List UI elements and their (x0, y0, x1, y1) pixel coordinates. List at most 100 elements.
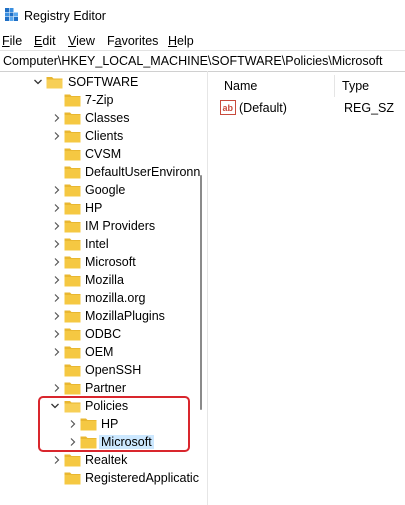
folder-icon (64, 220, 81, 233)
tree-item[interactable]: Policies (0, 397, 200, 415)
folder-icon (64, 328, 81, 341)
address-path[interactable]: Computer\HKEY_LOCAL_MACHINE\SOFTWARE\Pol… (3, 54, 383, 68)
tree-item[interactable]: Intel (0, 235, 200, 253)
tree-item[interactable]: MozillaPlugins (0, 307, 200, 325)
tree-item[interactable]: DefaultUserEnvironn (0, 163, 200, 181)
chevron-right-icon[interactable] (52, 112, 62, 124)
tree-item-software[interactable]: SOFTWARE (0, 73, 200, 91)
folder-icon (64, 382, 81, 395)
tree-item-label: Policies (85, 399, 129, 413)
value-name: (Default) (239, 101, 287, 115)
folder-icon (64, 454, 81, 467)
tree-item[interactable]: OpenSSH (0, 361, 200, 379)
chevron-right-icon[interactable] (52, 220, 62, 232)
tree-item[interactable]: HP (0, 415, 200, 433)
tree-item-label: IM Providers (85, 219, 156, 233)
chevron-right-icon[interactable] (52, 238, 62, 250)
folder-icon (64, 310, 81, 323)
tree-item-label: Partner (85, 381, 126, 395)
folder-open-icon (64, 401, 81, 413)
tree-item[interactable]: IM Providers (0, 217, 200, 235)
chevron-right-icon[interactable] (52, 256, 62, 268)
tree-item-label: OpenSSH (85, 363, 142, 377)
tree-item[interactable]: ODBC (0, 325, 200, 343)
chevron-right-icon[interactable] (52, 454, 62, 466)
tree-scrollbar-thumb[interactable] (200, 175, 202, 410)
folder-icon (64, 202, 81, 215)
tree-item-label: ODBC (85, 327, 122, 341)
tree-item[interactable]: Mozilla (0, 271, 200, 289)
window-title: Registry Editor (24, 9, 106, 23)
chevron-right-icon[interactable] (52, 274, 62, 286)
tree-item[interactable]: Google (0, 181, 200, 199)
menu-help[interactable]: Help (168, 34, 194, 48)
chevron-right-icon[interactable] (52, 130, 62, 142)
pane-divider[interactable] (207, 71, 208, 505)
menu-edit[interactable]: Edit (34, 34, 56, 48)
column-divider[interactable] (334, 75, 335, 97)
folder-icon (64, 238, 81, 251)
chevron-right-icon[interactable] (52, 184, 62, 196)
chevron-right-icon[interactable] (68, 418, 78, 430)
svg-text:ab: ab (223, 103, 234, 113)
tree-item-label: Mozilla (85, 273, 124, 287)
menu-bar: File Edit View Favorites Help (0, 32, 405, 50)
folder-icon (64, 346, 81, 359)
tree-item[interactable]: Microsoft (0, 253, 200, 271)
chevron-right-icon[interactable] (52, 328, 62, 340)
tree-item[interactable]: HP (0, 199, 200, 217)
folder-icon (64, 112, 81, 125)
tree-item-label: 7-Zip (85, 93, 114, 107)
folder-icon (80, 418, 97, 431)
registry-editor-icon (5, 8, 18, 21)
tree-item[interactable]: 7-Zip (0, 91, 200, 109)
tree-item[interactable]: mozilla.org (0, 289, 200, 307)
tree-item-label: HP (101, 417, 119, 431)
tree-item[interactable]: Realtek (0, 451, 200, 469)
tree-item[interactable]: CVSM (0, 145, 200, 163)
tree-item-label: Microsoft (99, 435, 154, 449)
tree-item-label: Microsoft (85, 255, 136, 269)
value-type: REG_SZ (344, 101, 395, 115)
folder-icon (64, 292, 81, 305)
chevron-right-icon[interactable] (68, 436, 78, 448)
folder-icon (64, 472, 81, 485)
tree-item-label: DefaultUserEnvironn (85, 165, 201, 179)
tree-item[interactable]: Microsoft (0, 433, 200, 451)
tree-item-label: Google (85, 183, 126, 197)
column-header-type[interactable]: Type (342, 79, 369, 93)
title-bar: Registry Editor (0, 0, 405, 32)
tree-item[interactable]: Partner (0, 379, 200, 397)
chevron-down-icon[interactable] (50, 400, 60, 412)
folder-icon (64, 274, 81, 287)
value-row[interactable]: ab (Default) REG_SZ (220, 100, 400, 118)
folder-icon (64, 364, 81, 377)
tree-item-label: RegisteredApplicatic (85, 471, 199, 485)
folder-icon (64, 166, 81, 179)
tree-item[interactable]: RegisteredApplicatic (0, 469, 200, 487)
menu-file[interactable]: File (2, 34, 22, 48)
tree-item[interactable]: OEM (0, 343, 200, 361)
folder-icon (64, 94, 81, 107)
chevron-right-icon[interactable] (52, 292, 62, 304)
string-value-icon: ab (220, 100, 236, 115)
key-tree[interactable]: SOFTWARE 7-Zip Classes Clients CVSM DefaultU… (0, 71, 207, 505)
address-bar[interactable]: Computer\HKEY_LOCAL_MACHINE\SOFTWARE\Pol… (0, 50, 405, 72)
column-header-name[interactable]: Name (224, 79, 257, 93)
tree-item-label: Intel (85, 237, 109, 251)
folder-icon (80, 436, 97, 449)
chevron-right-icon[interactable] (52, 382, 62, 394)
tree-item-label: OEM (85, 345, 114, 359)
chevron-right-icon[interactable] (52, 202, 62, 214)
tree-item-label: MozillaPlugins (85, 309, 165, 323)
menu-view[interactable]: View (68, 34, 95, 48)
menu-favorites[interactable]: Favorites (107, 34, 158, 48)
tree-item-label: Realtek (85, 453, 128, 467)
tree-item[interactable]: Classes (0, 109, 200, 127)
folder-icon (64, 256, 81, 269)
chevron-right-icon[interactable] (52, 310, 62, 322)
chevron-right-icon[interactable] (52, 346, 62, 358)
tree-item-label: HP (85, 201, 103, 215)
chevron-down-icon[interactable] (33, 76, 43, 88)
tree-item[interactable]: Clients (0, 127, 200, 145)
